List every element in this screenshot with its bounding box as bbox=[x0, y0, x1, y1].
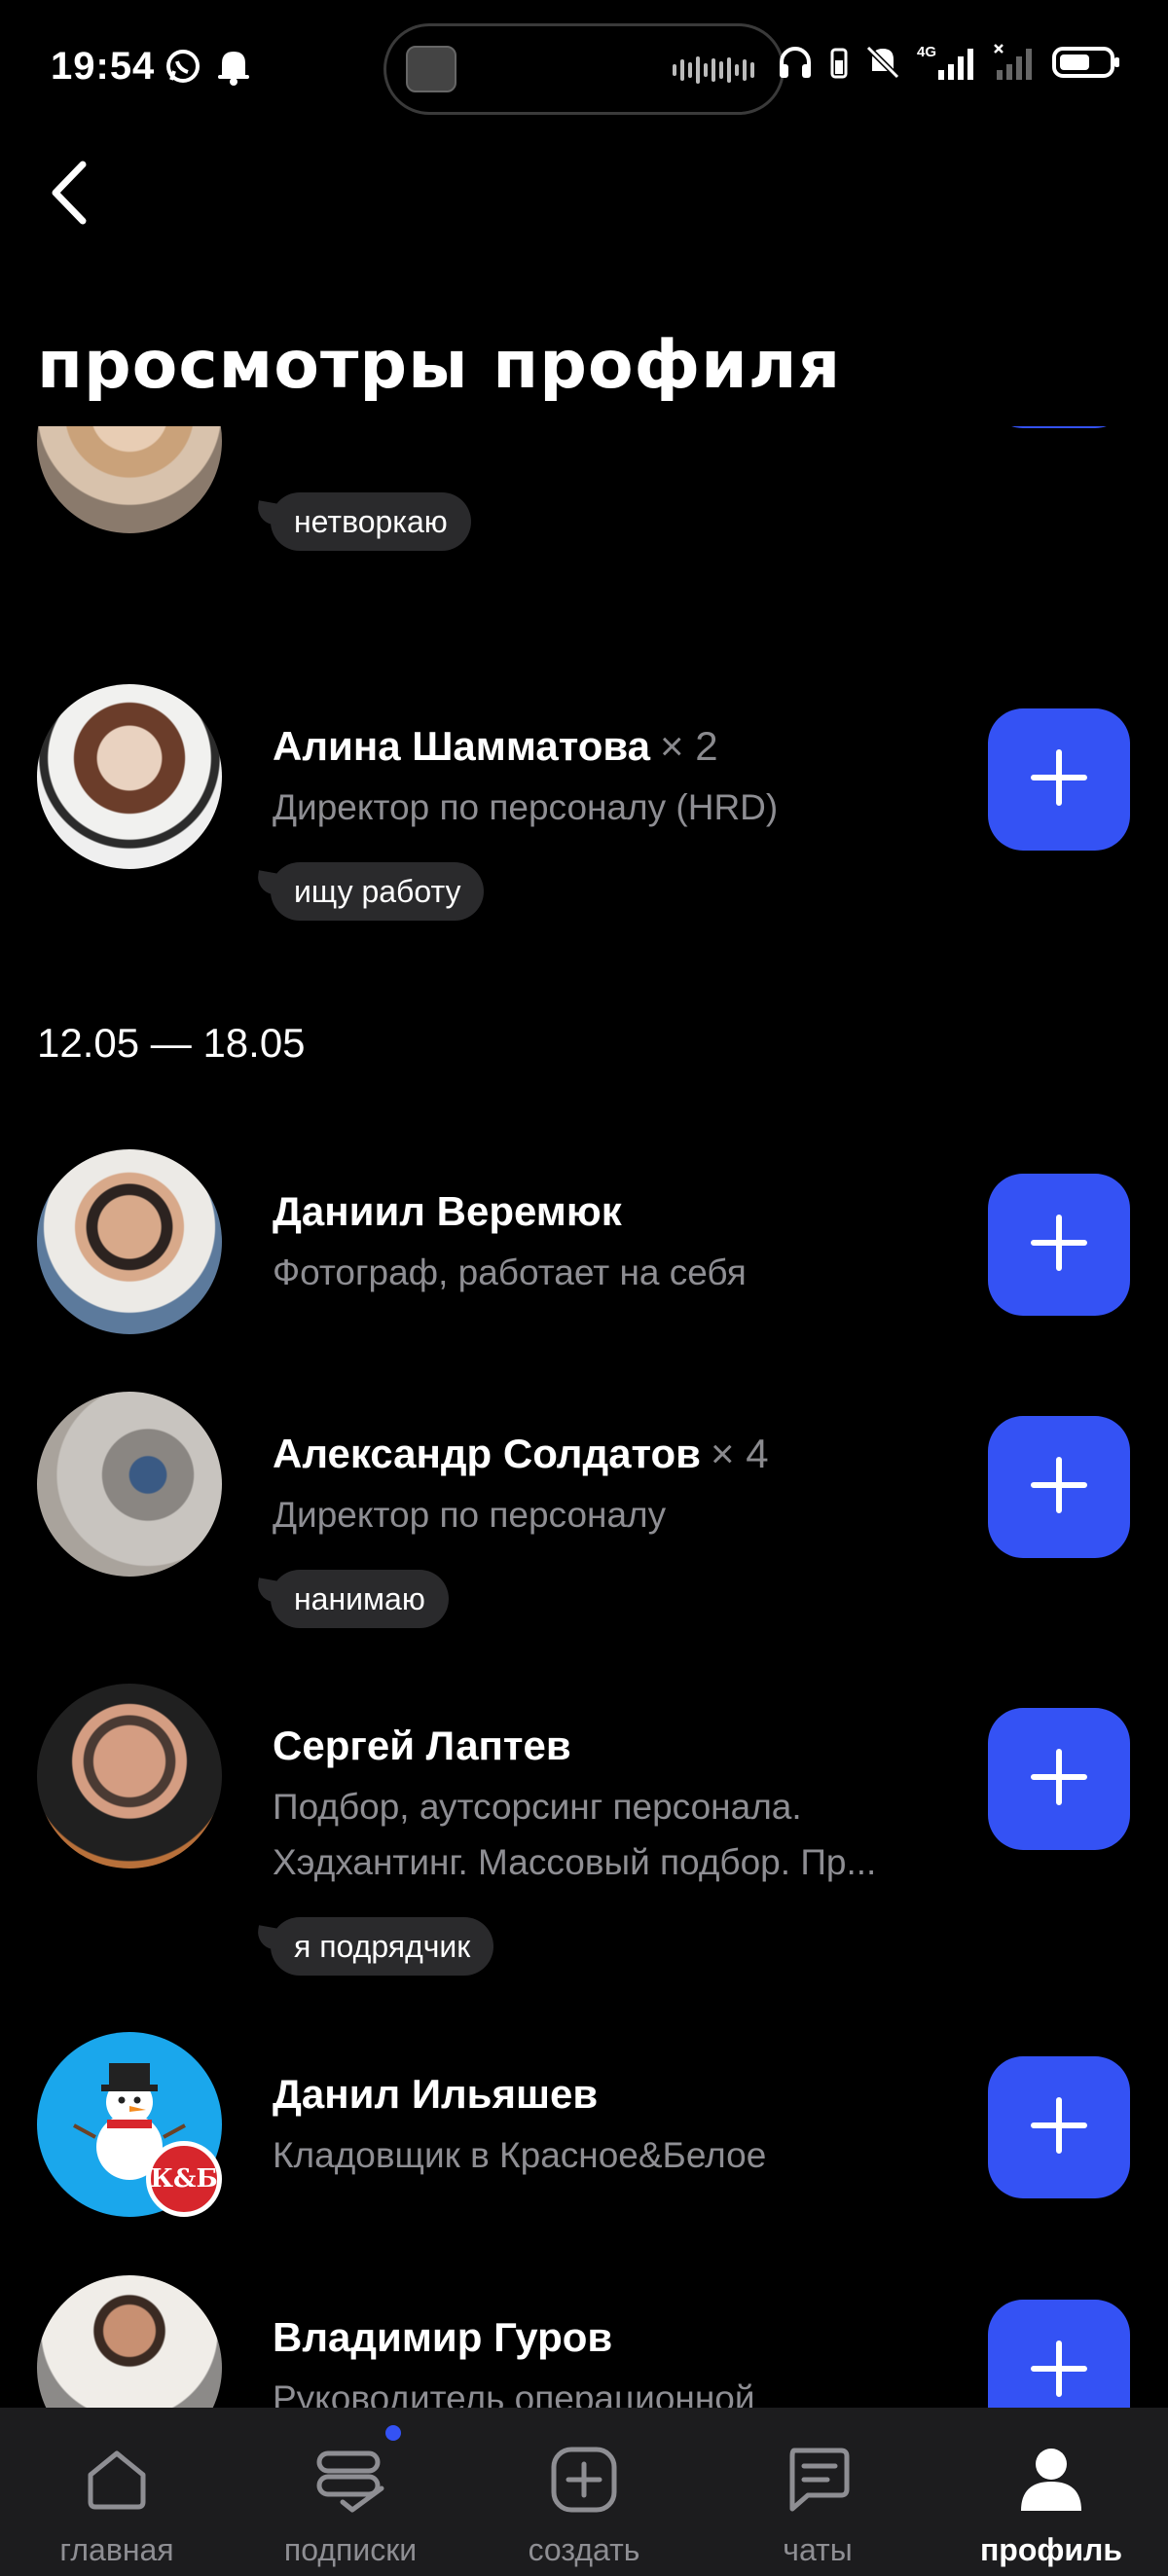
profile-icon bbox=[1012, 2441, 1090, 2519]
view-count: × 4 bbox=[711, 1431, 769, 1476]
person-name: Алина Шамматова × 2 bbox=[273, 723, 718, 769]
status-tag: нетворкаю bbox=[271, 492, 471, 551]
svg-text:4G: 4G bbox=[917, 44, 936, 60]
status-right-icons: 4G bbox=[777, 43, 1121, 87]
avatar bbox=[37, 1149, 222, 1334]
add-contact-button[interactable] bbox=[988, 2300, 1130, 2408]
earbud-battery-icon bbox=[829, 45, 849, 85]
bell-icon bbox=[216, 47, 251, 91]
status-time: 19:54 bbox=[51, 45, 156, 88]
person-name: Данил Ильяшев bbox=[273, 2071, 599, 2117]
chat-icon bbox=[779, 2441, 857, 2519]
nav-item-subscriptions[interactable]: подписки bbox=[234, 2408, 467, 2576]
plus-icon bbox=[1030, 2340, 1088, 2403]
person-name: Сергей Лаптев bbox=[273, 1723, 571, 1768]
person-role: Кладовщик в Красное&Белое bbox=[273, 2135, 767, 2175]
plus-icon bbox=[1030, 2096, 1088, 2159]
nav-item-chats[interactable]: чаты bbox=[701, 2408, 934, 2576]
avatar bbox=[37, 426, 222, 533]
status-tag: нанимаю bbox=[271, 1570, 449, 1628]
person-role: HR-специалист в Глобал Инжиниринг bbox=[273, 426, 973, 429]
status-tag: ищу работу bbox=[271, 862, 485, 921]
headphones-icon bbox=[777, 45, 814, 85]
brand-badge: К&Б bbox=[146, 2141, 222, 2217]
person-name: Александр Солдатов × 4 bbox=[273, 1431, 769, 1476]
add-contact-button[interactable] bbox=[988, 1416, 1130, 1558]
nav-label: главная bbox=[59, 2532, 174, 2567]
person-role: Директор по персоналу (HRD) bbox=[273, 787, 779, 827]
add-contact-button[interactable] bbox=[988, 2056, 1130, 2198]
nav-item-create[interactable]: создать bbox=[467, 2408, 701, 2576]
battery-icon bbox=[1051, 44, 1121, 86]
avatar bbox=[37, 684, 222, 869]
avatar: К&Б bbox=[37, 2032, 222, 2217]
status-tag: я подрядчик bbox=[271, 1917, 494, 1976]
notification-dot bbox=[385, 2425, 401, 2441]
nav-label: профиль bbox=[979, 2532, 1123, 2567]
person-role: Фотограф, работает на себя bbox=[273, 1252, 747, 1292]
add-contact-button[interactable] bbox=[988, 1708, 1130, 1850]
whatsapp-icon bbox=[164, 47, 202, 91]
profile-views-list[interactable]: HR-специалист в Глобал Инжиниринг нетвор… bbox=[0, 426, 1168, 2408]
back-button[interactable] bbox=[35, 156, 103, 234]
mute-bell-icon bbox=[864, 44, 901, 86]
chevron-left-icon bbox=[48, 159, 91, 232]
home-icon bbox=[78, 2441, 156, 2519]
person-role: Подбор, аутсорсинг персонала. Хэдхантинг… bbox=[273, 1787, 877, 1882]
plus-icon bbox=[1030, 748, 1088, 812]
person-role: Директор по персоналу bbox=[273, 1495, 667, 1535]
nav-item-home[interactable]: главная bbox=[0, 2408, 234, 2576]
status-bar: 19:54 4G bbox=[0, 0, 1168, 136]
create-icon bbox=[545, 2441, 623, 2519]
audio-wave-icon bbox=[673, 55, 754, 85]
plus-icon bbox=[1030, 1456, 1088, 1519]
avatar bbox=[37, 1392, 222, 1577]
avatar bbox=[37, 2275, 222, 2408]
dynamic-island[interactable] bbox=[383, 23, 785, 115]
person-role: Руководитель операционной bbox=[273, 2378, 755, 2408]
subscriptions-icon bbox=[311, 2441, 389, 2519]
nav-item-profile[interactable]: профиль bbox=[934, 2408, 1168, 2576]
nav-label: создать bbox=[528, 2532, 640, 2567]
avatar bbox=[37, 1684, 222, 1869]
plus-icon bbox=[1030, 1748, 1088, 1811]
status-left-icons bbox=[164, 47, 251, 91]
signal-icon-secondary bbox=[993, 43, 1036, 87]
add-contact-button[interactable] bbox=[988, 426, 1130, 428]
media-thumbnail bbox=[406, 46, 456, 92]
add-contact-button[interactable] bbox=[988, 708, 1130, 851]
nav-label: подписки bbox=[283, 2532, 418, 2567]
bottom-nav: главная подписки создать чаты профиль bbox=[0, 2408, 1168, 2576]
add-contact-button[interactable] bbox=[988, 1174, 1130, 1316]
person-name: Владимир Гуров bbox=[273, 2314, 613, 2360]
page-title: просмотры профиля bbox=[37, 327, 842, 404]
plus-icon bbox=[1030, 1214, 1088, 1277]
person-name: Даниил Веремюк bbox=[273, 1188, 622, 1234]
nav-label: чаты bbox=[783, 2532, 853, 2567]
view-count: × 2 bbox=[660, 723, 718, 769]
date-range-header: 12.05 — 18.05 bbox=[37, 1020, 306, 1066]
signal-4g-icon: 4G bbox=[917, 43, 977, 87]
